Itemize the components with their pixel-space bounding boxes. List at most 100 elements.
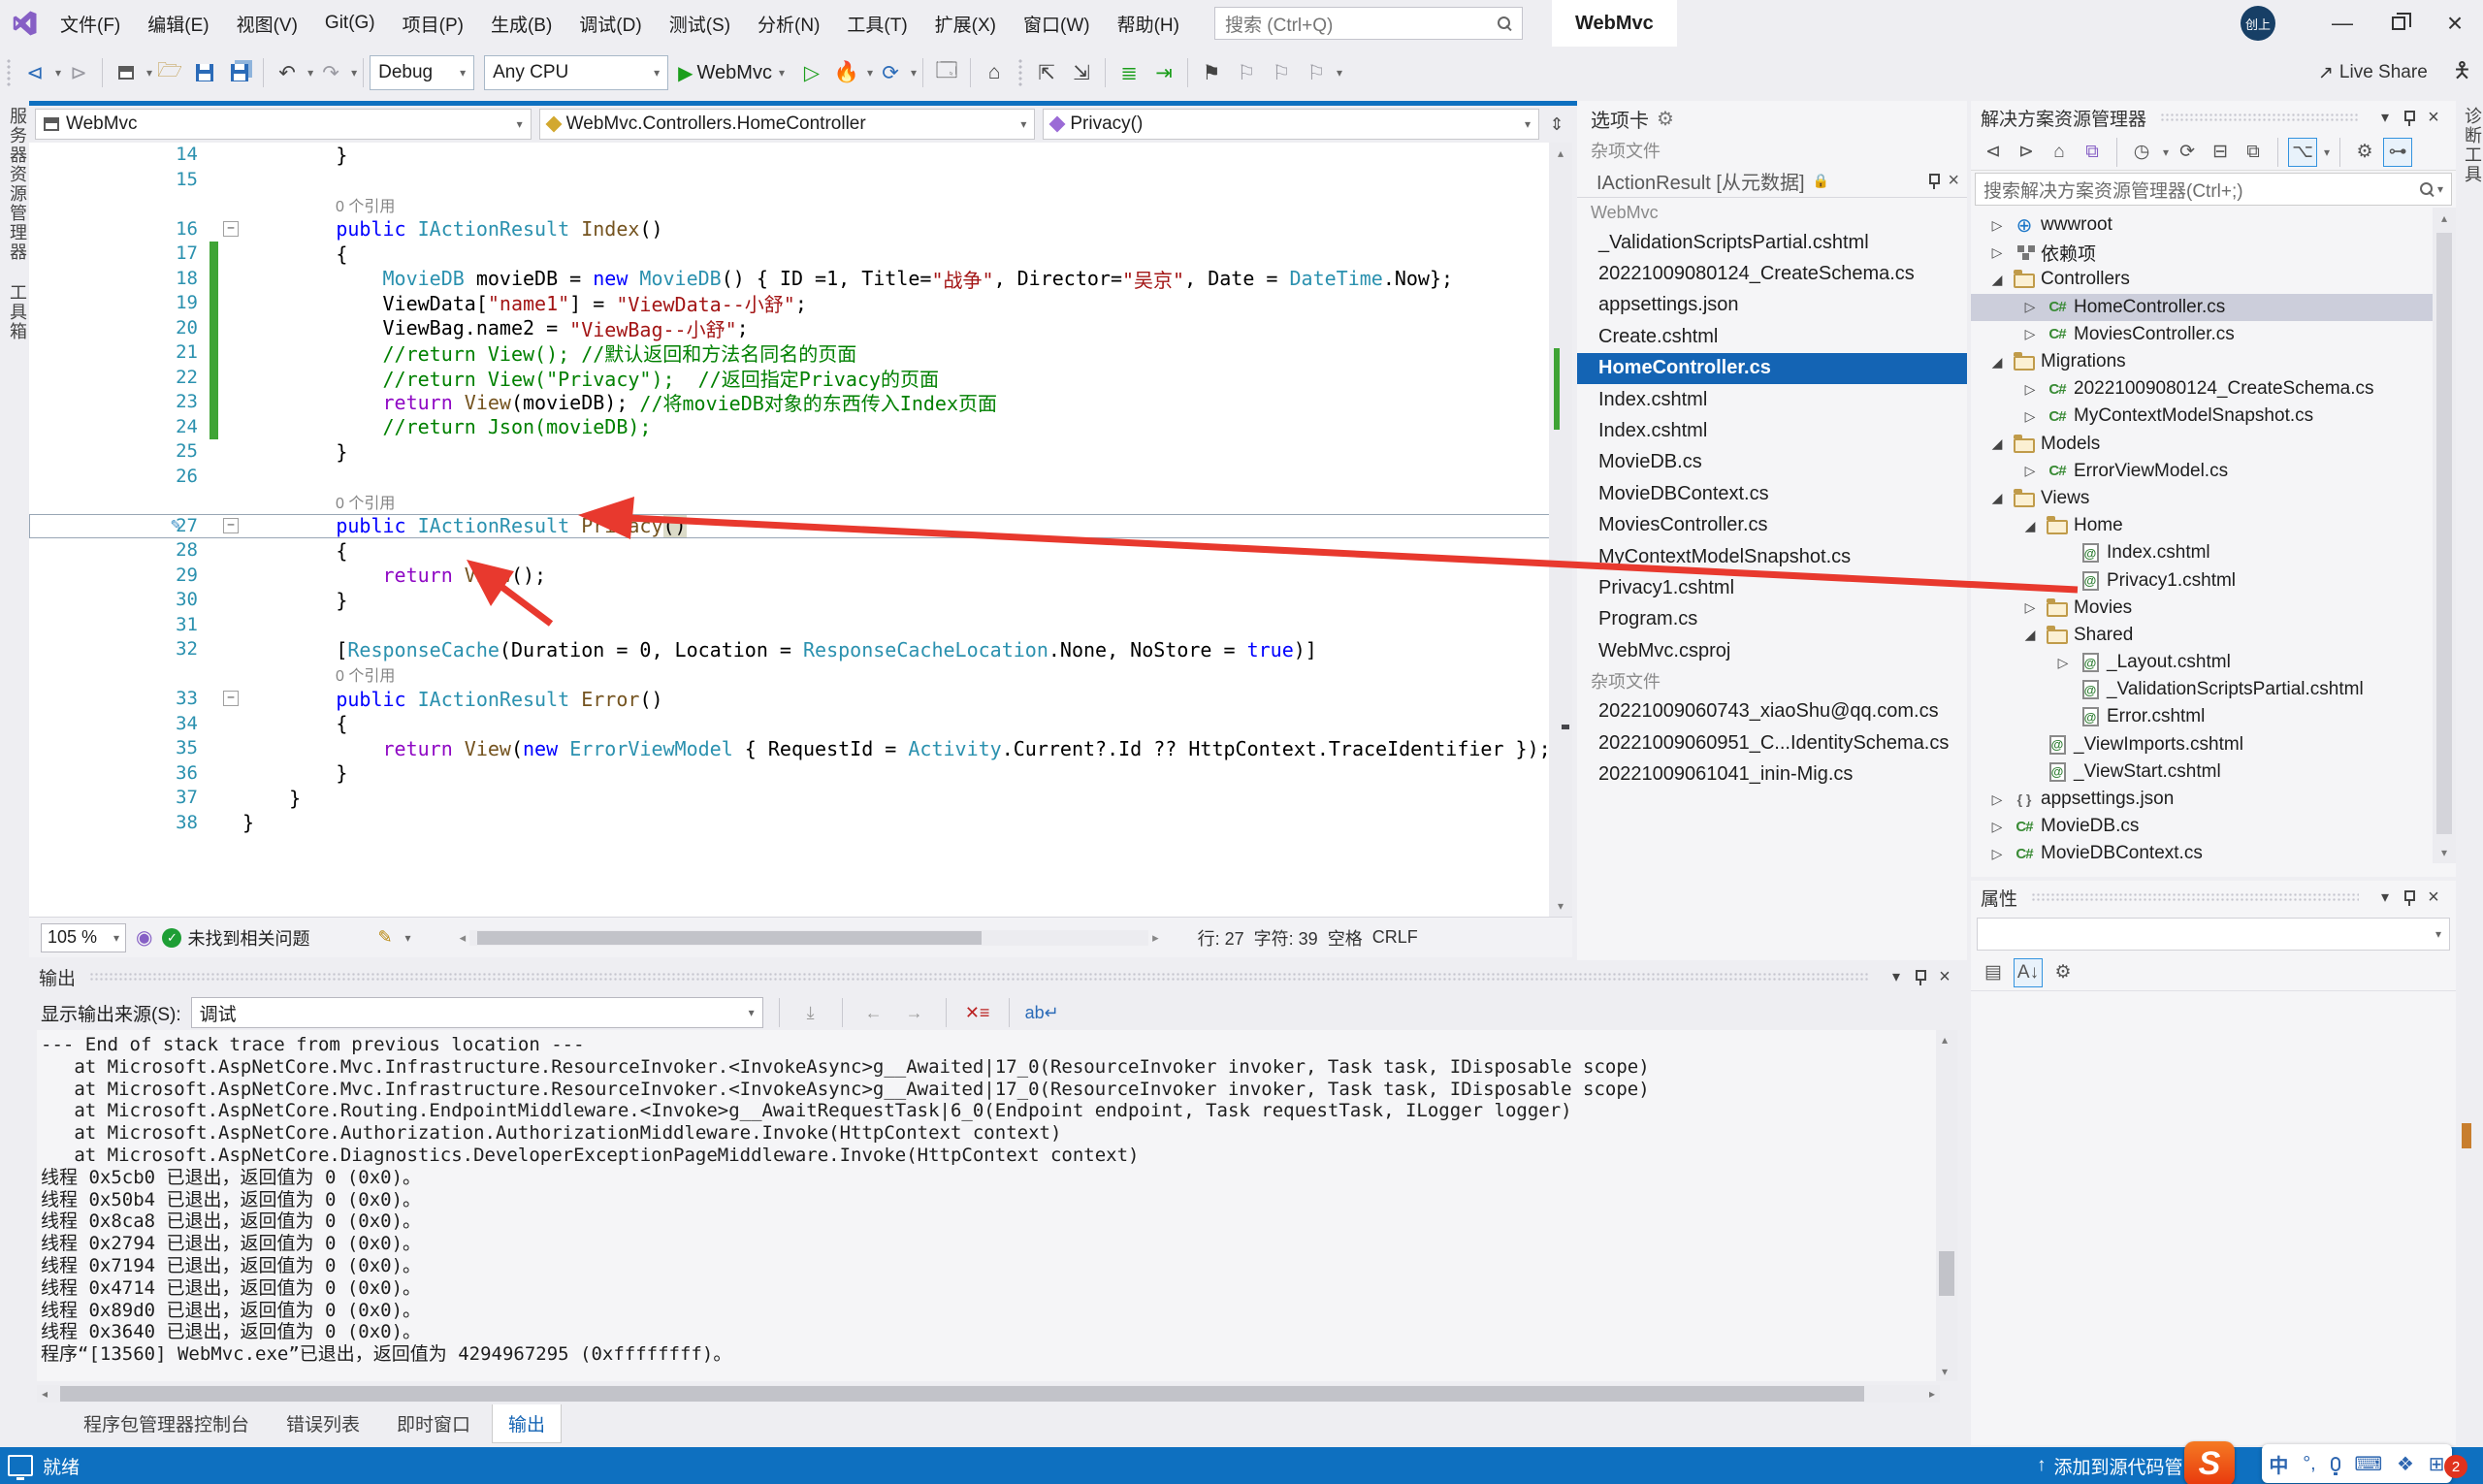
tree-item[interactable]: ▷C#MovieDBContext.cs <box>1971 840 2456 863</box>
tree-item[interactable]: ▷依赖项 <box>1971 239 2456 266</box>
type-dropdown[interactable]: WebMvc.Controllers.HomeController▾ <box>539 109 1036 140</box>
ime-toolbar[interactable]: 中 °, ⌨ ❖ ⊞ <box>2262 1444 2452 1483</box>
code-line[interactable]: 35 return View(new ErrorViewModel { Requ… <box>29 736 1572 761</box>
pin-icon[interactable] <box>2403 110 2415 126</box>
pin-icon[interactable] <box>2403 889 2415 906</box>
properties-object-dropdown[interactable]: ▾ <box>1977 918 2450 951</box>
scroll-down-icon[interactable]: ▾ <box>1549 895 1572 917</box>
code-line[interactable]: 33− public IActionResult Error() <box>29 687 1572 712</box>
tree-item[interactable]: ▷C#MovieDB.cs <box>1971 813 2456 840</box>
code-line[interactable]: 20 ViewBag.name2 = "ViewBag--小舒"; <box>29 316 1572 341</box>
zoom-dropdown[interactable]: 105 %▾ <box>41 923 126 952</box>
ime-skin-icon[interactable]: ❖ <box>2397 1452 2414 1476</box>
scroll-to-end-icon[interactable]: ⤓ <box>795 998 826 1027</box>
tree-item[interactable]: ▷C#MyContextModelSnapshot.cs <box>1971 403 2456 430</box>
editor-horizontal-scrollbar[interactable]: ◂ ▸ <box>460 928 1159 948</box>
expander-icon[interactable]: ◢ <box>2017 627 2043 643</box>
minimize-button[interactable]: — <box>2314 0 2370 47</box>
close-panel-icon[interactable]: × <box>2421 887 2446 909</box>
scroll-right-icon[interactable]: ▸ <box>1929 1387 1935 1401</box>
expander-icon[interactable]: ▷ <box>2017 381 2043 398</box>
menu-item-11[interactable]: 扩展(X) <box>921 0 1010 47</box>
properties-wrench-icon[interactable]: ⚙ <box>2350 138 2379 167</box>
fold-collapse-icon[interactable]: − <box>223 518 239 533</box>
menu-item-1[interactable]: 文件(F) <box>47 0 134 47</box>
bookmark-next-icon[interactable]: ⚐ <box>1265 55 1298 90</box>
word-wrap-icon[interactable]: ab↵ <box>1025 998 1059 1027</box>
window-position-icon[interactable]: ▾ <box>2372 108 2398 127</box>
code-line[interactable]: 26 <box>29 465 1572 490</box>
caret-line-indicator[interactable]: 行: 27 <box>1198 925 1244 951</box>
screen-share-icon[interactable] <box>8 1455 33 1476</box>
account-avatar[interactable]: 创上 <box>2241 6 2275 41</box>
sogou-input-logo[interactable]: S <box>2184 1441 2235 1484</box>
property-pages-icon[interactable]: ⚙ <box>2048 958 2078 987</box>
space-mode-indicator[interactable]: 空格 <box>1328 925 1363 951</box>
restart-app-icon[interactable]: ⟳ <box>874 55 907 90</box>
toolbar-grip2[interactable] <box>1017 58 1023 87</box>
code-line[interactable]: 32 [ResponseCache(Duration = 0, Location… <box>29 637 1572 662</box>
refresh-icon[interactable]: ⟳ <box>2173 138 2202 167</box>
navigate-back-icon[interactable]: ⊲ <box>18 55 51 90</box>
open-document-item[interactable]: MoviesController.cs <box>1577 510 1967 541</box>
tree-item[interactable]: ◢Views <box>1971 485 2456 512</box>
open-document-item[interactable]: 20221009060951_C...IdentitySchema.cs <box>1577 727 1967 758</box>
output-text[interactable]: --- End of stack trace from previous loc… <box>37 1030 1940 1381</box>
fold-collapse-icon[interactable]: − <box>223 221 239 237</box>
expander-icon[interactable]: ▷ <box>1984 791 2010 808</box>
open-document-item[interactable]: Create.cshtml <box>1577 321 1967 352</box>
expander-icon[interactable]: ▷ <box>1984 217 2010 234</box>
tab-toolbox[interactable]: 工具箱 <box>5 283 30 341</box>
close-button[interactable]: × <box>2427 0 2483 47</box>
solution-search-input[interactable]: 搜索解决方案资源管理器(Ctrl+;) ▾ <box>1975 173 2452 206</box>
navigate-forward-icon[interactable]: ⊳ <box>62 55 95 90</box>
tree-item[interactable]: ◢Home <box>1971 512 2456 539</box>
code-line[interactable]: 25 } <box>29 439 1572 465</box>
open-document-item[interactable]: 20221009060743_xiaoShu@qq.com.cs <box>1577 695 1967 726</box>
feedback-icon[interactable]: 🯅 <box>2453 54 2471 91</box>
tree-item[interactable]: ◢Models <box>1971 431 2456 458</box>
ime-toolbox-icon[interactable]: ⊞ <box>2429 1452 2445 1476</box>
code-line[interactable]: 22 //return View("Privacy"); //返回指定Priva… <box>29 366 1572 391</box>
open-document-item[interactable]: MovieDBContext.cs <box>1577 478 1967 509</box>
preview-tab-item[interactable]: IActionResult [从元数据] 🔒 × <box>1577 165 1967 198</box>
output-horizontal-scrollbar[interactable]: ◂ ▸ <box>37 1385 1940 1403</box>
tree-item[interactable]: ◢Shared <box>1971 622 2456 649</box>
tab-diagnostic-tools[interactable]: 诊断工具 <box>2460 107 2483 184</box>
menu-item-6[interactable]: 生成(B) <box>477 0 565 47</box>
code-line[interactable]: 23 return View(movieDB); //将movieDB对象的东西… <box>29 390 1572 415</box>
output-vertical-scrollbar[interactable]: ▴ ▾ <box>1936 1030 1957 1381</box>
codelens-references[interactable]: 0 个引用 <box>336 662 395 686</box>
quick-search-box[interactable]: 搜索 (Ctrl+Q) <box>1214 7 1523 40</box>
open-document-item[interactable]: _ValidationScriptsPartial.cshtml <box>1577 227 1967 258</box>
scroll-down-icon[interactable]: ▾ <box>1942 1365 1948 1378</box>
close-tab-icon[interactable]: × <box>1948 170 1959 192</box>
open-document-item[interactable]: Index.cshtml <box>1577 384 1967 415</box>
open-document-item[interactable]: 20221009080124_CreateSchema.cs <box>1577 258 1967 289</box>
expander-icon[interactable]: ▷ <box>1984 819 2010 835</box>
tree-item[interactable]: ▷{ }appsettings.json <box>1971 786 2456 813</box>
scroll-up-icon[interactable]: ▴ <box>1942 1033 1948 1047</box>
menu-item-8[interactable]: 测试(S) <box>656 0 744 47</box>
find-in-files-icon[interactable]: 🗔 <box>930 55 963 90</box>
scroll-left-icon[interactable]: ◂ <box>42 1387 48 1401</box>
close-panel-icon[interactable]: × <box>1932 966 1957 988</box>
eol-indicator[interactable]: CRLF <box>1372 927 1418 948</box>
properties-header[interactable]: 属性 ▾ × <box>1971 881 2456 914</box>
menu-item-4[interactable]: Git(G) <box>311 0 389 47</box>
code-line[interactable]: 16− public IActionResult Index() <box>29 217 1572 242</box>
code-cleanup-icon[interactable]: ✎ <box>377 927 392 948</box>
categorized-icon[interactable]: ▤ <box>1979 958 2008 987</box>
bookmark-prev-icon[interactable]: ⚐ <box>1230 55 1263 90</box>
solution-config-dropdown[interactable]: Debug▾ <box>370 55 474 90</box>
tree-item[interactable]: @Index.cshtml <box>1971 539 2456 566</box>
split-editor-handle[interactable]: ⇕ <box>1547 110 1566 139</box>
switch-views-icon[interactable]: ⧉ <box>2078 138 2107 167</box>
ime-mode-icon[interactable]: 中 <box>2269 1450 2288 1478</box>
show-all-files-icon[interactable]: ⊶ <box>2383 138 2412 167</box>
tool-tab-输出[interactable]: 输出 <box>492 1404 562 1443</box>
code-line[interactable]: 34 { <box>29 712 1572 737</box>
menu-item-13[interactable]: 帮助(H) <box>1104 0 1193 47</box>
prev-message-icon[interactable]: ← <box>858 998 889 1027</box>
code-line[interactable]: 36 } <box>29 761 1572 787</box>
